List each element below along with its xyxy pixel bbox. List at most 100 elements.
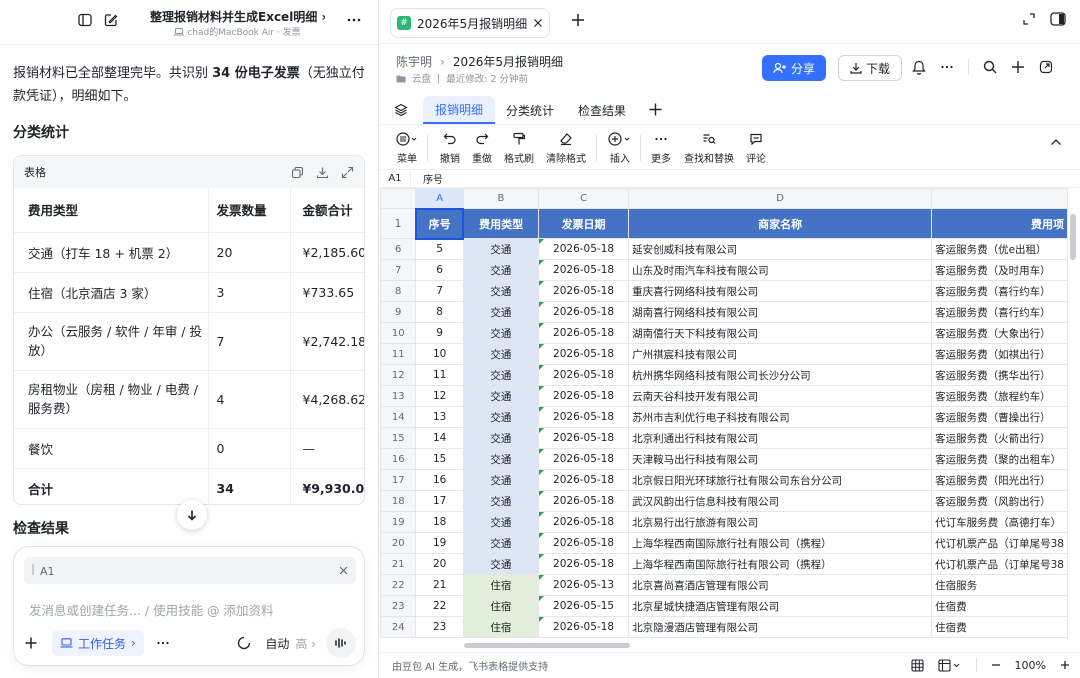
row-number[interactable]: 8 [380, 280, 417, 302]
grid-view-icon[interactable] [910, 658, 924, 672]
row-number[interactable]: 24 [380, 616, 417, 638]
cell-merchant[interactable]: 杭州携华网络科技有限公司长沙分公司 [628, 364, 933, 386]
cell-seq[interactable]: 17 [415, 490, 464, 512]
cell-date[interactable]: 2026-05-18 [537, 385, 630, 407]
cell-type[interactable]: 交通 [462, 511, 539, 533]
cell-seq[interactable]: 16 [415, 469, 464, 491]
row-number[interactable]: 21 [380, 553, 417, 575]
cell-date[interactable]: 2026-05-18 [537, 259, 630, 281]
cell-item[interactable]: 客运服务费（阳光出行） [931, 469, 1068, 491]
cell-item[interactable]: 客运服务费（曹操出行） [931, 406, 1068, 428]
close-icon[interactable] [339, 566, 348, 575]
expand-icon[interactable] [341, 166, 354, 179]
cell-item[interactable]: 客运服务费（火箭出行） [931, 427, 1068, 449]
cell-type[interactable]: 交通 [462, 259, 539, 281]
cell-seq[interactable]: 9 [415, 322, 464, 344]
new-tab-icon[interactable] [570, 12, 586, 28]
vertical-scrollbar[interactable] [1070, 214, 1076, 260]
row-number[interactable]: 20 [380, 532, 417, 554]
row-number[interactable]: 18 [380, 490, 417, 512]
cell-item[interactable]: 客运服务费（喜行约车） [931, 280, 1068, 302]
add-icon[interactable] [24, 636, 38, 650]
cell-item[interactable]: 住宿费 [931, 616, 1068, 638]
cell-type[interactable]: 交通 [462, 532, 539, 554]
cell-seq[interactable]: 6 [415, 259, 464, 281]
cell-item[interactable]: 客运服务费（携华出行） [931, 364, 1068, 386]
download-icon[interactable] [316, 166, 329, 179]
voice-input-button[interactable] [326, 628, 356, 658]
freeze-icon[interactable] [937, 658, 962, 672]
tab-sheet-detail[interactable]: 报销明细 [423, 96, 496, 124]
cell-seq[interactable]: 12 [415, 385, 464, 407]
row-number[interactable]: 10 [380, 322, 417, 344]
more-button[interactable]: 更多 [651, 131, 671, 165]
cell-merchant[interactable]: 重庆喜行网络科技有限公司 [628, 280, 933, 302]
cell-date[interactable]: 2026-05-18 [537, 427, 630, 449]
cell-item[interactable]: 客运服务费（及时用车） [931, 259, 1068, 281]
cell-type[interactable]: 交通 [462, 406, 539, 428]
find-replace-button[interactable]: 查找和替换 [684, 131, 734, 165]
cell-merchant[interactable]: 北京利通出行科技有限公司 [628, 427, 933, 449]
cell-type[interactable]: 交通 [462, 343, 539, 365]
formula-input[interactable]: 序号 [410, 171, 443, 186]
menu-button[interactable]: 菜单 [396, 131, 418, 165]
chat-title[interactable]: 整理报销材料并生成Excel明细 › [150, 8, 325, 25]
collapse-toolbar-icon[interactable] [1050, 137, 1062, 147]
scroll-to-bottom-button[interactable] [177, 500, 207, 530]
share-button[interactable]: 分享 [762, 55, 826, 81]
add-sheet-icon[interactable] [648, 102, 663, 117]
cell-item[interactable]: 客运服务费（优e出租） [931, 238, 1068, 260]
cell-type[interactable]: 交通 [462, 553, 539, 575]
cell-seq[interactable]: 23 [415, 616, 464, 638]
row-number[interactable]: 9 [380, 301, 417, 323]
zoom-in-icon[interactable] [1060, 660, 1070, 670]
zoom-level[interactable]: 100% [1015, 659, 1046, 672]
cell-type[interactable]: 交通 [462, 238, 539, 260]
more-icon[interactable] [156, 636, 170, 650]
spreadsheet-grid[interactable]: A B C D 1 序号 费用类型 发票日期 商家名称 费用项 6 5 交通 2026… [380, 188, 1068, 640]
sidebar-toggle-icon[interactable] [78, 13, 92, 27]
row-number[interactable]: 6 [380, 238, 417, 260]
cell-seq[interactable]: 14 [415, 427, 464, 449]
cell-date[interactable]: 2026-05-18 [537, 553, 630, 575]
cell-seq[interactable]: 22 [415, 595, 464, 617]
row-number[interactable]: 14 [380, 406, 417, 428]
cell-date[interactable]: 2026-05-18 [537, 469, 630, 491]
bell-icon[interactable] [912, 59, 926, 75]
header-cell[interactable]: 费用项 [931, 208, 1068, 239]
cell-merchant[interactable]: 北京隐漫酒店管理有限公司 [628, 616, 933, 638]
cell-date[interactable]: 2026-05-18 [537, 280, 630, 302]
cell-date[interactable]: 2026-05-18 [537, 322, 630, 344]
cell-type[interactable]: 住宿 [462, 574, 539, 596]
context-chip[interactable]: A1 [24, 557, 356, 584]
more-icon[interactable] [940, 59, 954, 75]
cell-date[interactable]: 2026-05-18 [537, 616, 630, 638]
download-button[interactable]: 下载 [838, 55, 902, 81]
cell-type[interactable]: 交通 [462, 280, 539, 302]
cell-type[interactable]: 交通 [462, 469, 539, 491]
cell-seq[interactable]: 5 [415, 238, 464, 260]
row-number[interactable]: 15 [380, 427, 417, 449]
row-number[interactable]: 23 [380, 595, 417, 617]
cell-type[interactable]: 交通 [462, 490, 539, 512]
cell-date[interactable]: 2026-05-18 [537, 364, 630, 386]
row-number[interactable]: 16 [380, 448, 417, 470]
row-number[interactable]: 11 [380, 343, 417, 365]
row-number[interactable]: 13 [380, 385, 417, 407]
cell-item[interactable]: 客运服务费（喜行约车） [931, 301, 1068, 323]
cell-seq[interactable]: 15 [415, 448, 464, 470]
column-header[interactable]: D [628, 188, 933, 209]
cell-date[interactable]: 2026-05-18 [537, 448, 630, 470]
document-tab[interactable]: # 2026年5月报销明细 [390, 8, 550, 38]
layers-icon[interactable] [394, 103, 408, 117]
more-icon[interactable] [346, 12, 362, 28]
cell-date[interactable]: 2026-05-18 [537, 406, 630, 428]
row-number[interactable]: 7 [380, 259, 417, 281]
cell-date[interactable]: 2026-05-13 [537, 574, 630, 596]
cell-seq[interactable]: 13 [415, 406, 464, 428]
cell-type[interactable]: 住宿 [462, 595, 539, 617]
cell-item[interactable]: 客运服务费（风韵出行） [931, 490, 1068, 512]
column-header[interactable] [931, 188, 1068, 209]
format-painter-button[interactable]: 格式刷 [504, 131, 534, 165]
cell-item[interactable]: 住宿费 [931, 595, 1068, 617]
